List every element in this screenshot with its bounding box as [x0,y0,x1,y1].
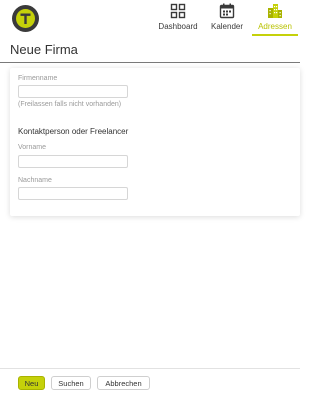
nav-kalender[interactable]: Kalender [209,3,245,33]
nachname-input[interactable] [18,187,128,200]
app-logo[interactable] [12,5,39,32]
buildings-icon [268,4,282,18]
nav-adressen-label: Adressen [258,22,292,31]
dashboard-grid-icon [170,3,186,19]
calendar-icon [219,3,235,19]
title-divider [0,62,300,63]
nav-dashboard-label: Dashboard [158,22,198,31]
neu-button[interactable]: Neu [18,376,45,390]
contact-section-heading: Kontaktperson oder Freelancer [18,127,129,136]
page-title: Neue Firma [10,42,78,57]
vorname-label: Vorname [18,144,47,151]
nav-adressen[interactable]: Adressen [255,3,295,33]
active-nav-indicator [252,34,298,36]
vorname-input[interactable] [18,155,128,168]
logo-t-icon [16,9,35,28]
firmenname-input[interactable] [18,85,128,98]
nachname-label: Nachname [18,177,52,184]
firmenname-label: Firmenname [18,75,58,82]
firmenname-hint: (Freilassen falls nicht vorhanden) [18,101,122,108]
nav-dashboard[interactable]: Dashboard [158,3,198,33]
nav-kalender-label: Kalender [210,22,244,31]
abbrechen-button[interactable]: Abbrechen [97,376,150,390]
company-form-card: Firmenname (Freilassen falls nicht vorha… [10,68,300,216]
suchen-button[interactable]: Suchen [51,376,91,390]
top-bar: Dashboard Kalender Adressen [0,0,300,36]
action-footer: Neu Suchen Abbrechen [0,368,300,395]
